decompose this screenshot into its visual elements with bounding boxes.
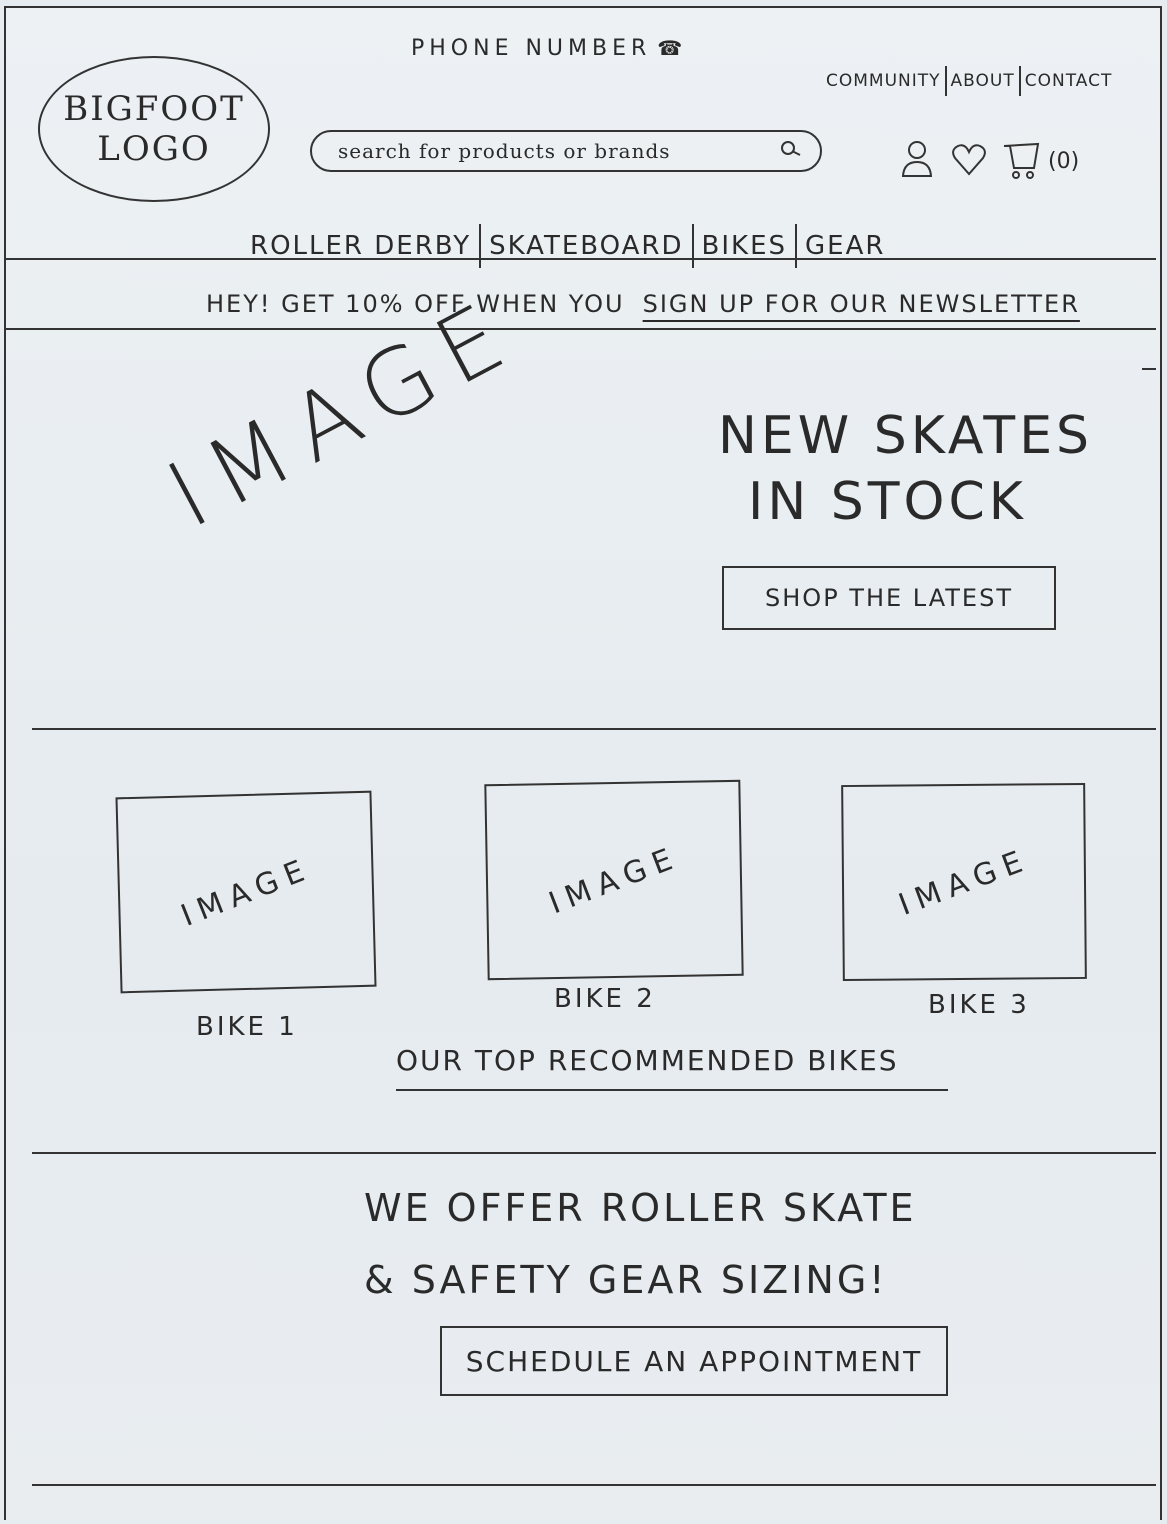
divider — [1142, 368, 1156, 370]
hero-title: NEW SKATES IN STOCK — [718, 403, 1093, 535]
bikes-section-title: OUR TOP RECOMMENDED BIKES — [396, 1044, 948, 1091]
util-nav-contact[interactable]: CONTACT — [1025, 71, 1113, 91]
hero-title-line2: IN STOCK — [748, 472, 1027, 532]
cart-icon[interactable] — [1002, 138, 1040, 184]
bike-card-3[interactable]: IMAGE — [841, 782, 1087, 982]
search-icon[interactable] — [778, 139, 804, 164]
bike-image-placeholder: IMAGE — [543, 839, 685, 921]
sizing-message: WE OFFER ROLLER SKATE & SAFETY GEAR SIZI… — [364, 1172, 917, 1316]
divider — [6, 328, 1156, 330]
main-nav: ROLLER DERBY SKATEBOARD BIKES GEAR — [250, 224, 885, 268]
phone-icon: ☎ — [657, 36, 688, 60]
bike-label-1[interactable]: BIKE 1 — [196, 1012, 298, 1042]
bike-card-1[interactable]: IMAGE — [115, 790, 377, 994]
nav-gear[interactable]: GEAR — [805, 231, 885, 261]
divider — [795, 224, 798, 268]
newsletter-signup-link[interactable]: SIGN UP FOR OUR NEWSLETTER — [643, 290, 1080, 318]
util-nav-community[interactable]: COMMUNITY — [826, 71, 941, 91]
search-input[interactable] — [338, 139, 778, 163]
bike-label-3[interactable]: BIKE 3 — [928, 990, 1030, 1020]
heart-icon[interactable] — [950, 138, 988, 184]
logo-line1: BIGFOOT — [63, 89, 245, 129]
account-icons: (0) — [898, 138, 1079, 184]
divider — [944, 66, 947, 96]
shop-latest-button[interactable]: SHOP THE LATEST — [722, 566, 1056, 630]
bike-card-2[interactable]: IMAGE — [484, 779, 744, 981]
hero-title-line1: NEW SKATES — [718, 406, 1094, 466]
cart-count: (0) — [1048, 148, 1080, 174]
divider — [32, 1152, 1156, 1154]
bike-image-placeholder: IMAGE — [175, 850, 317, 934]
divider — [32, 728, 1156, 730]
user-icon[interactable] — [898, 138, 936, 184]
nav-roller-derby[interactable]: ROLLER DERBY — [250, 231, 471, 261]
search-bar — [310, 130, 822, 172]
wireframe-page: PHONE NUMBER ☎ COMMUNITY ABOUT CONTACT BI… — [4, 6, 1162, 1520]
divider — [32, 1484, 1156, 1486]
nav-skateboard[interactable]: SKATEBOARD — [489, 231, 683, 261]
divider — [1018, 66, 1021, 96]
bike-label-2[interactable]: BIKE 2 — [554, 984, 656, 1014]
logo-line2: LOGO — [97, 129, 211, 169]
phone-label: PHONE NUMBER — [411, 36, 652, 61]
util-nav-about[interactable]: ABOUT — [951, 71, 1015, 91]
nav-bikes[interactable]: BIKES — [702, 231, 788, 261]
logo[interactable]: BIGFOOT LOGO — [38, 56, 270, 202]
divider — [691, 224, 694, 268]
sizing-line1: WE OFFER ROLLER SKATE — [364, 1186, 917, 1230]
phone-number[interactable]: PHONE NUMBER ☎ — [411, 36, 687, 61]
bike-image-placeholder: IMAGE — [893, 841, 1035, 923]
promo-banner: HEY! GET 10% OFF WHEN YOU SIGN UP FOR OUR… — [206, 290, 1080, 318]
sizing-line2: & SAFETY GEAR SIZING! — [364, 1258, 888, 1302]
divider — [6, 258, 1156, 260]
divider — [479, 224, 482, 268]
schedule-appointment-button[interactable]: SCHEDULE AN APPOINTMENT — [440, 1326, 948, 1396]
utility-nav: COMMUNITY ABOUT CONTACT — [826, 66, 1112, 96]
